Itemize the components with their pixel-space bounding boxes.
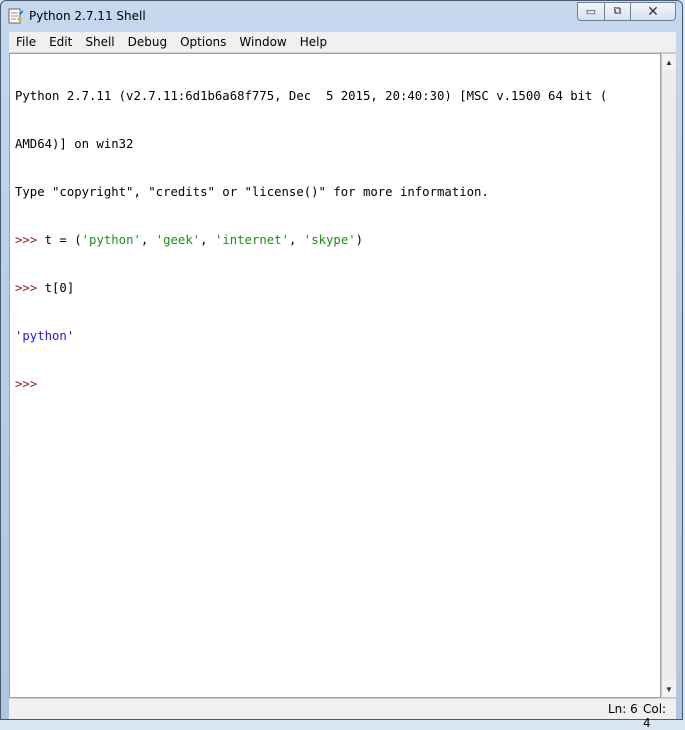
- active-prompt[interactable]: >>>: [15, 376, 607, 392]
- menu-window[interactable]: Window: [232, 35, 292, 49]
- scroll-down-arrow-icon[interactable]: ▼: [662, 681, 676, 697]
- menu-bar: File Edit Shell Debug Options Window Hel…: [9, 32, 676, 53]
- idle-shell-window: Python 2.7.11 Shell ▭ ⧉ ✕ File Edit Shel…: [0, 0, 683, 730]
- python-idle-icon: [8, 8, 23, 24]
- status-bar: Ln: 6 Col: 4: [9, 698, 676, 730]
- string-literal: 'skype': [303, 233, 356, 247]
- separator: ,: [200, 233, 215, 247]
- banner-line: AMD64)] on win32: [15, 137, 134, 151]
- result-line: 'python': [15, 329, 75, 343]
- code-text: ): [355, 233, 364, 247]
- banner-line: Type "copyright", "credits" or "license(…: [15, 185, 489, 199]
- scroll-up-arrow-icon[interactable]: ▲: [662, 54, 676, 70]
- minimize-button[interactable]: ▭: [577, 2, 604, 21]
- string-literal: 'geek': [155, 233, 201, 247]
- menu-help[interactable]: Help: [293, 35, 333, 49]
- banner-line: Python 2.7.11 (v2.7.11:6d1b6a68f775, Dec…: [15, 89, 608, 103]
- title-bar[interactable]: Python 2.7.11 Shell ▭ ⧉ ✕: [1, 1, 682, 31]
- input-line: >>> t[0]: [15, 280, 607, 296]
- column-number: Col: 4: [643, 702, 667, 730]
- maximize-button[interactable]: ⧉: [604, 2, 630, 21]
- string-literal: 'python': [81, 233, 141, 247]
- code-text: t[0]: [44, 281, 75, 295]
- window-controls: ▭ ⧉ ✕: [577, 2, 676, 22]
- menu-shell[interactable]: Shell: [78, 35, 120, 49]
- code-text: t = (: [44, 233, 82, 247]
- shell-output: Python 2.7.11 (v2.7.11:6d1b6a68f775, Dec…: [15, 56, 607, 424]
- shell-prompt: >>>: [15, 281, 45, 295]
- shell-prompt: >>>: [15, 233, 45, 247]
- shell-text-area[interactable]: Python 2.7.11 (v2.7.11:6d1b6a68f775, Dec…: [9, 53, 661, 698]
- vertical-scrollbar[interactable]: ▲ ▼: [661, 53, 677, 698]
- input-line: >>> t = ('python', 'geek', 'internet', '…: [15, 232, 607, 248]
- menu-file[interactable]: File: [9, 35, 42, 49]
- menu-edit[interactable]: Edit: [42, 35, 78, 49]
- separator: ,: [288, 233, 304, 247]
- line-number: Ln: 6: [608, 702, 638, 716]
- close-button[interactable]: ✕: [630, 2, 676, 21]
- menu-debug[interactable]: Debug: [121, 35, 173, 49]
- menu-options[interactable]: Options: [173, 35, 232, 49]
- string-literal: 'internet': [214, 233, 289, 247]
- separator: ,: [140, 233, 156, 247]
- window-title: Python 2.7.11 Shell: [29, 9, 146, 23]
